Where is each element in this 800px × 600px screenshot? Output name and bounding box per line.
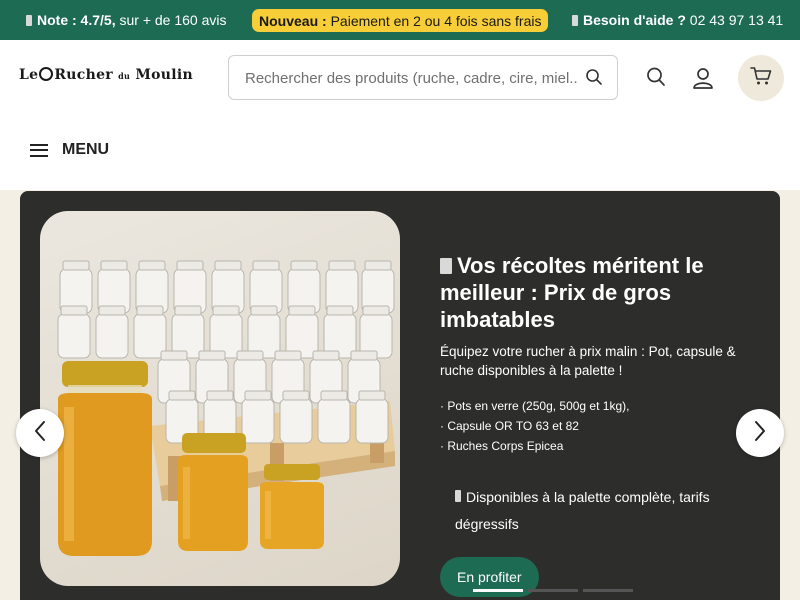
availability-text: Disponibles à la palette complète, tarif…: [455, 489, 710, 532]
glass-jar-neck: [212, 305, 240, 316]
rating-label: Note : 4.7/5,: [37, 12, 116, 28]
search-icon[interactable]: [585, 68, 603, 91]
slide-dot[interactable]: [473, 589, 523, 592]
flag-icon: [26, 14, 32, 26]
cart-icon: [750, 66, 772, 91]
phone-icon: [572, 14, 578, 26]
hamburger-icon: [30, 143, 48, 157]
glass-jar-neck: [98, 305, 126, 316]
glass-jar-neck: [174, 305, 202, 316]
hero-slide: Vos récoltes méritent le meilleur : Prix…: [20, 191, 780, 600]
new-text: Paiement en 2 ou 4 fois sans frais: [330, 12, 542, 29]
rocket-icon: [440, 258, 452, 274]
glass-jar-neck: [312, 350, 340, 361]
slider-prev-button[interactable]: [16, 409, 64, 457]
glass-jar: [241, 398, 275, 444]
menu-toggle[interactable]: MENU: [30, 141, 109, 159]
menu-label: MENU: [62, 141, 110, 158]
glass-jar-neck: [328, 260, 356, 271]
hero-title-text: Vos récoltes méritent le meilleur : Prix…: [440, 253, 704, 332]
pallet-icon: [455, 490, 461, 502]
cart-button[interactable]: [738, 55, 784, 101]
glass-jar-neck: [60, 305, 88, 316]
glass-jar-neck: [250, 305, 278, 316]
site-logo[interactable]: Le Rucher du Moulin: [19, 67, 193, 83]
search-icon[interactable]: [646, 66, 666, 93]
hero-subtitle: Équipez votre rucher à prix malin : Pot,…: [440, 344, 736, 378]
glass-jar-neck: [326, 305, 354, 316]
search-box[interactable]: [228, 55, 618, 100]
glass-jar-neck: [214, 260, 242, 271]
logo-du: du: [118, 71, 131, 81]
glass-jar-neck: [62, 260, 90, 271]
help-phone[interactable]: 02 43 97 13 41: [690, 12, 783, 28]
chevron-right-icon: [753, 420, 767, 447]
hero-product-list: Pots en verre (250g, 500g et 1kg), Capsu…: [440, 396, 629, 456]
glass-jar-neck: [198, 350, 226, 361]
user-icon[interactable]: [692, 66, 714, 95]
glass-jar-neck: [320, 390, 348, 401]
glass-jar-neck: [138, 260, 166, 271]
glass-jar-neck: [236, 350, 264, 361]
glass-jar-neck: [136, 305, 164, 316]
glass-jar-neck: [282, 390, 310, 401]
honey-jar-medium: [178, 433, 248, 551]
chevron-left-icon: [33, 420, 47, 447]
glass-jar: [355, 398, 389, 444]
new-payment-badge: Nouveau : Paiement en 2 ou 4 fois sans f…: [252, 9, 549, 32]
glass-jar-neck: [350, 350, 378, 361]
glass-jar-neck: [290, 260, 318, 271]
glass-jar: [57, 313, 91, 359]
glass-jar-neck: [362, 305, 390, 316]
list-item: Ruches Corps Epicea: [440, 436, 629, 456]
honey-jar-large: [58, 361, 152, 556]
glass-jar-neck: [168, 390, 196, 401]
glass-jar: [95, 313, 129, 359]
product-photo-jars: [40, 211, 400, 586]
help-label: Besoin d'aide ?: [583, 12, 686, 28]
bee-logo-icon: [39, 67, 54, 81]
list-item: Pots en verre (250g, 500g et 1kg),: [440, 396, 629, 416]
list-item: Capsule OR TO 63 et 82: [440, 416, 629, 436]
glass-jar-neck: [364, 260, 392, 271]
glass-jar: [279, 398, 313, 444]
glass-jar-neck: [358, 390, 386, 401]
glass-jar-neck: [252, 260, 280, 271]
slide-dot[interactable]: [528, 589, 578, 592]
search-input[interactable]: [245, 68, 579, 88]
logo-le: Le: [19, 67, 39, 83]
rating-note: Note : 4.7/5, sur + de 160 avis: [26, 0, 227, 40]
glass-jar-neck: [100, 260, 128, 271]
new-label: Nouveau :: [259, 12, 327, 29]
slider-pagination: [473, 589, 638, 592]
help-contact[interactable]: Besoin d'aide ? 02 43 97 13 41: [572, 0, 783, 40]
rating-text: sur + de 160 avis: [119, 12, 227, 28]
slider-next-button[interactable]: [736, 409, 784, 457]
logo-moulin: Moulin: [135, 67, 193, 83]
glass-jar-neck: [274, 350, 302, 361]
hero-title: Vos récoltes méritent le meilleur : Prix…: [440, 252, 760, 333]
glass-jar-neck: [288, 305, 316, 316]
glass-jar: [317, 398, 351, 444]
honey-jar-small: [260, 464, 324, 549]
glass-jar-neck: [244, 390, 272, 401]
logo-rucher: Rucher: [54, 67, 113, 83]
slide-dot[interactable]: [583, 589, 633, 592]
announcement-bar: Note : 4.7/5, sur + de 160 avis Nouveau …: [0, 0, 800, 40]
glass-jar-neck: [206, 390, 234, 401]
glass-jar-neck: [160, 350, 188, 361]
hero-availability: Disponibles à la palette complète, tarif…: [455, 484, 755, 538]
glass-jar-neck: [176, 260, 204, 271]
